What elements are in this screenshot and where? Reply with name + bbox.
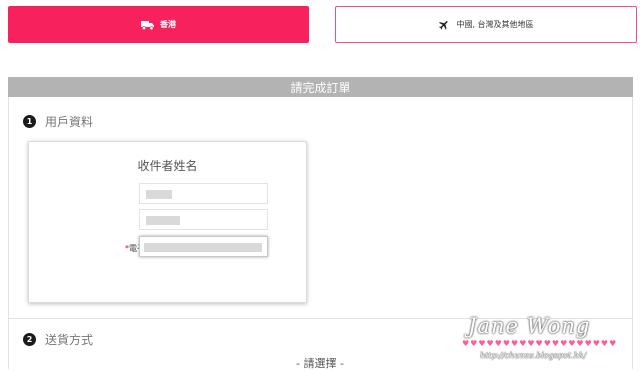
redacted-value: [144, 243, 262, 252]
shipping-tab-hong-kong[interactable]: 香港: [8, 6, 309, 43]
step-delivery-method: 2 送貨方式: [23, 331, 93, 348]
step-number: 2: [23, 333, 36, 346]
redacted-value: [146, 190, 172, 199]
step-number: 1: [23, 115, 36, 128]
recipient-card: 收件者姓名 *姓名 *姓氏 *電子信箱: [28, 141, 307, 303]
first-name-field[interactable]: [139, 183, 268, 204]
recipient-card-title: 收件者姓名: [137, 159, 198, 173]
shipping-tab-international[interactable]: 中國, 台灣及其他地區: [335, 6, 637, 43]
watermark-url: http://chunza.blogspot.hk/: [480, 351, 587, 360]
email-field[interactable]: [139, 236, 268, 257]
airplane-icon: [438, 19, 450, 31]
redacted-value: [146, 216, 180, 225]
last-name-field[interactable]: [139, 209, 268, 230]
order-section-header: 請完成訂單: [8, 77, 633, 97]
step-user-info: 1 用戶資料: [23, 113, 93, 130]
truck-icon: [141, 20, 154, 30]
shipping-tab-label: 香港: [160, 20, 176, 29]
step-title: 送貨方式: [45, 333, 94, 347]
step-title: 用戶資料: [45, 115, 94, 129]
shipping-tab-label: 中國, 台灣及其他地區: [456, 20, 534, 29]
watermark-name: Jane Wong: [468, 314, 591, 338]
watermark-hearts: ♥♥♥♥♥♥♥♥♥♥♥♥♥♥♥♥♥♥♥: [462, 339, 618, 348]
